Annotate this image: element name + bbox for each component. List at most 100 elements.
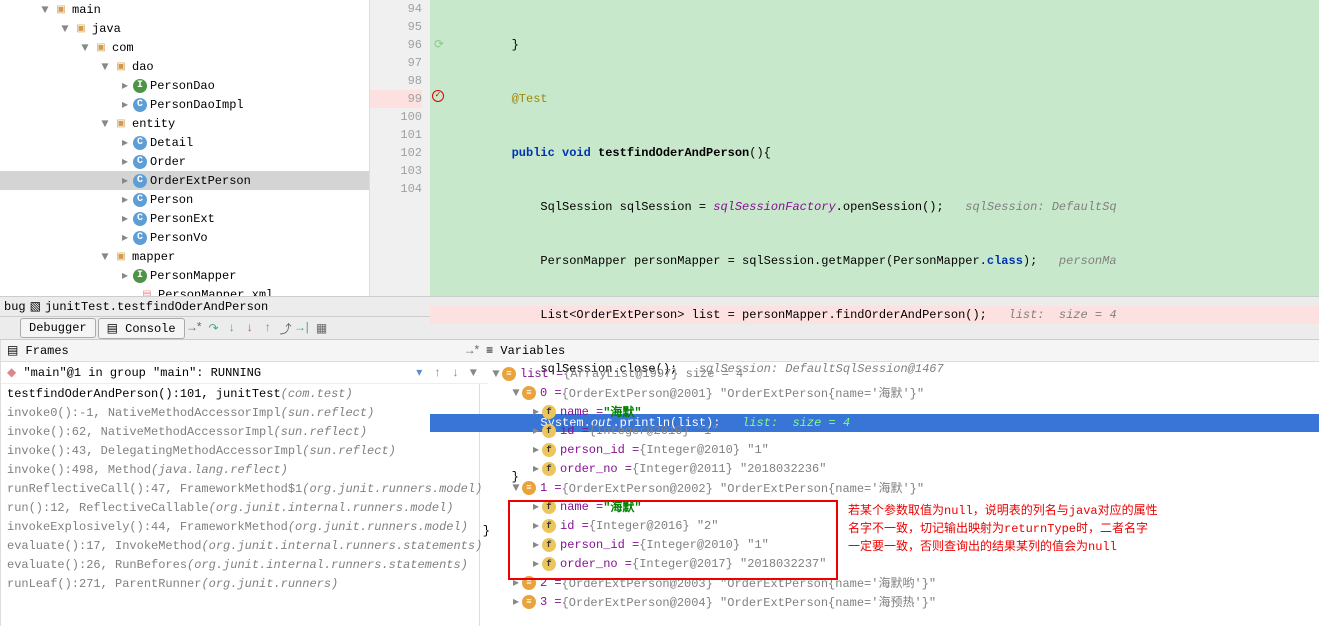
interface-icon: I <box>133 79 147 93</box>
chevron-down-icon[interactable]: ▼ <box>510 481 522 495</box>
tree-node-dao[interactable]: ▼▣dao <box>0 57 369 76</box>
var-row-field[interactable]: ▸forder_no = {Integer@2011} "2018032236" <box>482 459 1317 478</box>
code-line[interactable]: SqlSession sqlSession = sqlSessionFactor… <box>430 198 1319 216</box>
chevron-down-icon[interactable]: ▼ <box>100 60 110 74</box>
chevron-down-icon[interactable]: ▼ <box>100 117 110 131</box>
chevron-right-icon[interactable]: ▸ <box>120 268 130 283</box>
var-row-field[interactable]: ▸fperson_id = {Integer@2010} "1" <box>482 440 1317 459</box>
tree-node-persondaoimpl[interactable]: ▸CPersonDaoImpl <box>0 95 369 114</box>
chevron-right-icon[interactable]: ▸ <box>120 192 130 207</box>
chevron-right-icon[interactable]: ▸ <box>120 230 130 245</box>
chevron-down-icon[interactable]: ▼ <box>40 3 50 17</box>
chevron-down-icon[interactable]: ▼ <box>100 250 110 264</box>
variables-panel[interactable]: ▼≡list = {ArrayList@1997} size = 4 ▼≡0 =… <box>480 362 1319 626</box>
thread-icon: ◆ <box>7 365 16 380</box>
thread-label: "main"@1 in group "main": RUNNING <box>23 366 410 380</box>
tree-node-order[interactable]: ▸COrder <box>0 152 369 171</box>
chevron-right-icon[interactable]: ▸ <box>530 442 542 457</box>
tree-label: PersonDao <box>150 79 215 93</box>
tab-debugger[interactable]: Debugger <box>20 318 96 338</box>
frames-title: Frames <box>26 344 69 358</box>
call-stack[interactable]: testfindOderAndPerson():101, junitTest (… <box>1 384 488 626</box>
stack-frame[interactable]: invoke():43, DelegatingMethodAccessorImp… <box>1 441 488 460</box>
stack-frame[interactable]: evaluate():26, RunBefores (org.junit.int… <box>1 555 488 574</box>
frames-icon: ▤ <box>7 343 18 358</box>
stack-frame[interactable]: runReflectiveCall():47, FrameworkMethod$… <box>1 479 488 498</box>
var-row-field[interactable]: ▸fname = "海默" <box>482 402 1317 421</box>
stack-frame[interactable]: testfindOderAndPerson():101, junitTest (… <box>1 384 488 403</box>
variables-icon: ≡ <box>486 344 493 358</box>
debug-title: junitTest.testfindOderAndPerson <box>45 300 268 314</box>
chevron-down-icon[interactable]: ▼ <box>60 22 70 36</box>
code-line[interactable]: PersonMapper personMapper = sqlSession.g… <box>430 252 1319 270</box>
folder-icon: ▣ <box>73 21 89 37</box>
tree-label: java <box>92 22 121 36</box>
chevron-down-icon[interactable]: ▼ <box>510 386 522 400</box>
chevron-right-icon[interactable]: ▸ <box>120 211 130 226</box>
step-over-icon[interactable]: ↷ <box>205 321 223 336</box>
tree-label: PersonMapper.xml <box>158 288 273 297</box>
xml-icon: ▤ <box>139 287 155 297</box>
tree-node-entity[interactable]: ▼▣entity <box>0 114 369 133</box>
chevron-right-icon[interactable]: ▸ <box>530 404 542 419</box>
chevron-right-icon[interactable]: ▸ <box>510 594 522 609</box>
tab-console[interactable]: ▤ Console <box>98 318 185 339</box>
stack-frame[interactable]: invoke():62, NativeMethodAccessorImpl (s… <box>1 422 488 441</box>
tree-node-java[interactable]: ▼▣java <box>0 19 369 38</box>
code-area[interactable]: } @Test public void testfindOderAndPerso… <box>430 0 1319 296</box>
step-into-icon[interactable]: ↓ <box>223 321 241 335</box>
tree-node-personvo[interactable]: ▸CPersonVo <box>0 228 369 247</box>
chevron-right-icon[interactable]: ▸ <box>120 173 130 188</box>
dropdown-icon[interactable]: ▾ <box>410 365 428 380</box>
var-row-list[interactable]: ▼≡list = {ArrayList@1997} size = 4 <box>482 364 1317 383</box>
chevron-right-icon[interactable]: ▸ <box>120 78 130 93</box>
package-icon: ▣ <box>113 116 129 132</box>
tree-node-orderextperson[interactable]: ▸COrderExtPerson <box>0 171 369 190</box>
stack-frame[interactable]: invoke0():-1, NativeMethodAccessorImpl (… <box>1 403 488 422</box>
tree-node-mapper[interactable]: ▼▣mapper <box>0 247 369 266</box>
variables-title: Variables <box>500 344 565 358</box>
var-row-field[interactable]: ▸fid = {Integer@2010} "1" <box>482 421 1317 440</box>
line-number: 95 <box>370 18 422 36</box>
line-number: 98 <box>370 72 422 90</box>
tree-label: dao <box>132 60 154 74</box>
tree-node-detail[interactable]: ▸CDetail <box>0 133 369 152</box>
code-line[interactable]: List<OrderExtPerson> list = personMapper… <box>430 306 1319 324</box>
tree-node-personext[interactable]: ▸CPersonExt <box>0 209 369 228</box>
stack-frame[interactable]: invokeExplosively():44, FrameworkMethod … <box>1 517 488 536</box>
class-icon: C <box>133 193 147 207</box>
tree-node-com[interactable]: ▼▣com <box>0 38 369 57</box>
var-row-element[interactable]: ▼≡0 = {OrderExtPerson@2001} "OrderExtPer… <box>482 383 1317 402</box>
code-editor[interactable]: 94 95 96⟳ 97 98 99✓ 100 101 102 103 104 … <box>370 0 1319 296</box>
chevron-right-icon[interactable]: ▸ <box>530 423 542 438</box>
stack-frame[interactable]: evaluate():17, InvokeMethod (org.junit.i… <box>1 536 488 555</box>
chevron-right-icon[interactable]: ▸ <box>120 97 130 112</box>
run-to-cursor-icon[interactable]: →| <box>295 321 313 335</box>
chevron-down-icon[interactable]: ▼ <box>490 367 502 381</box>
chevron-right-icon[interactable]: ▸ <box>530 461 542 476</box>
tree-node-persondao[interactable]: ▸IPersonDao <box>0 76 369 95</box>
tree-node-main[interactable]: ▼▣main <box>0 0 369 19</box>
var-row-element[interactable]: ▼≡1 = {OrderExtPerson@2002} "OrderExtPer… <box>482 478 1317 497</box>
drop-frame-icon[interactable]: ⤴ <box>277 320 295 337</box>
tree-node-personmapperxml[interactable]: ▤PersonMapper.xml <box>0 285 369 296</box>
tree-node-personmapper[interactable]: ▸IPersonMapper <box>0 266 369 285</box>
project-tree[interactable]: ▼▣main ▼▣java ▼▣com ▼▣dao ▸IPersonDao ▸C… <box>0 0 370 296</box>
stack-frame[interactable]: invoke():498, Method (java.lang.reflect) <box>1 460 488 479</box>
evaluate-icon[interactable]: ▦ <box>313 321 331 336</box>
chevron-right-icon[interactable]: ▸ <box>120 154 130 169</box>
thread-selector[interactable]: ◆ "main"@1 in group "main": RUNNING ▾ ↑ … <box>1 362 488 384</box>
code-line[interactable]: } <box>430 36 1319 54</box>
chevron-right-icon[interactable]: ▸ <box>120 135 130 150</box>
step-out-icon[interactable]: ↑ <box>259 321 277 335</box>
var-row-element[interactable]: ▸≡3 = {OrderExtPerson@2004} "OrderExtPer… <box>482 592 1317 611</box>
force-step-into-icon[interactable]: ↓ <box>241 321 259 335</box>
stack-frame[interactable]: run():12, ReflectiveCallable (org.junit.… <box>1 498 488 517</box>
tree-node-person[interactable]: ▸CPerson <box>0 190 369 209</box>
stack-frame[interactable]: runLeaf():271, ParentRunner (org.junit.r… <box>1 574 488 593</box>
package-icon: ▣ <box>113 59 129 75</box>
chevron-down-icon[interactable]: ▼ <box>80 41 90 55</box>
code-line[interactable]: @Test <box>430 90 1319 108</box>
code-line[interactable]: public void testfindOderAndPerson(){ <box>430 144 1319 162</box>
mute-icon[interactable]: →* <box>187 321 205 335</box>
